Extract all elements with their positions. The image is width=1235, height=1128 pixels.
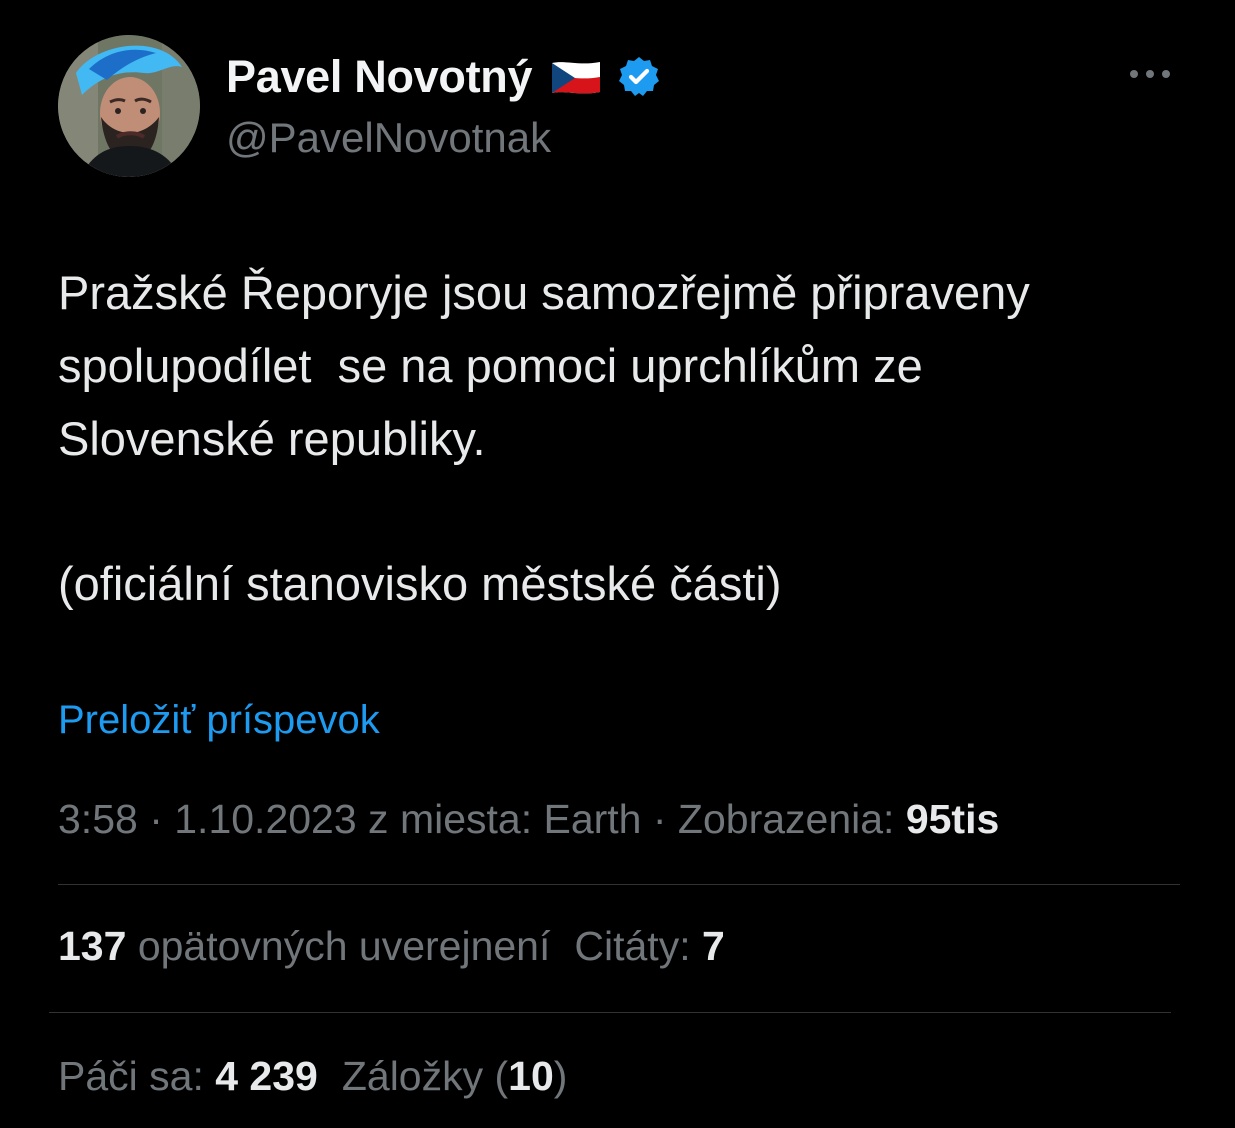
- reposts-count: 137: [58, 923, 127, 969]
- more-horizontal-icon: [1129, 66, 1171, 84]
- czech-flag-icon: [546, 60, 602, 94]
- verified-badge-icon[interactable]: [616, 54, 662, 100]
- views-label: Zobrazenia:: [677, 796, 906, 842]
- meta-separator: ·: [641, 796, 678, 842]
- engagement-stats-row-2: Páči sa: 4 239 Záložky (10): [58, 1053, 567, 1100]
- tweet-line-2: spolupodílet se na pomoci uprchlíkům ze: [58, 339, 923, 392]
- post-time[interactable]: 3:58: [58, 796, 138, 842]
- profile-avatar[interactable]: [58, 35, 200, 177]
- user-handle[interactable]: @PavelNovotnak: [226, 114, 551, 162]
- engagement-stats-row-1: 137 opätovných uverejnení Citáty: 7: [58, 923, 725, 970]
- tweet-line-3: Slovenské republiky.: [58, 412, 486, 465]
- quotes-label: Citáty:: [574, 923, 702, 969]
- stats-divider-bottom: [49, 1012, 1171, 1013]
- likes-stat[interactable]: Páči sa: 4 239: [58, 1053, 318, 1099]
- likes-count: 4 239: [215, 1053, 318, 1099]
- quotes-stat[interactable]: Citáty: 7: [574, 923, 724, 969]
- display-name[interactable]: Pavel Novotný: [226, 51, 533, 103]
- bookmarks-count: 10: [508, 1053, 554, 1099]
- reposts-label: opätovných uverejnení: [126, 923, 551, 969]
- bookmarks-label: Záložky (: [341, 1053, 509, 1099]
- tweet-header: Pavel Novotný @PavelNovotnak: [58, 35, 1178, 177]
- views-value: 95tis: [905, 796, 1000, 842]
- name-row: Pavel Novotný: [226, 51, 662, 103]
- likes-label: Páči sa:: [58, 1053, 216, 1099]
- stats-divider-top: [58, 884, 1180, 885]
- translate-post-link[interactable]: Preložiť príspevok: [58, 698, 380, 743]
- tweet-text: Pražské Řeporyje jsou samozřejmě připrav…: [58, 256, 1188, 620]
- quotes-count: 7: [701, 923, 725, 969]
- tweet-metadata: 3:58 · 1.10.2023 z miesta: Earth · Zobra…: [58, 796, 999, 843]
- meta-separator: ·: [137, 796, 175, 842]
- post-date[interactable]: 1.10.2023: [174, 796, 356, 842]
- more-options-button[interactable]: [1122, 61, 1178, 89]
- post-location: z miesta: Earth: [356, 796, 642, 842]
- bookmarks-close: ): [553, 1053, 568, 1099]
- tweet-line-1: Pražské Řeporyje jsou samozřejmě připrav…: [58, 266, 1030, 319]
- reposts-stat[interactable]: 137 opätovných uverejnení: [58, 923, 550, 969]
- tweet-line-4: (oficiální stanovisko městské části): [58, 557, 782, 610]
- bookmarks-stat[interactable]: Záložky (10): [342, 1053, 568, 1099]
